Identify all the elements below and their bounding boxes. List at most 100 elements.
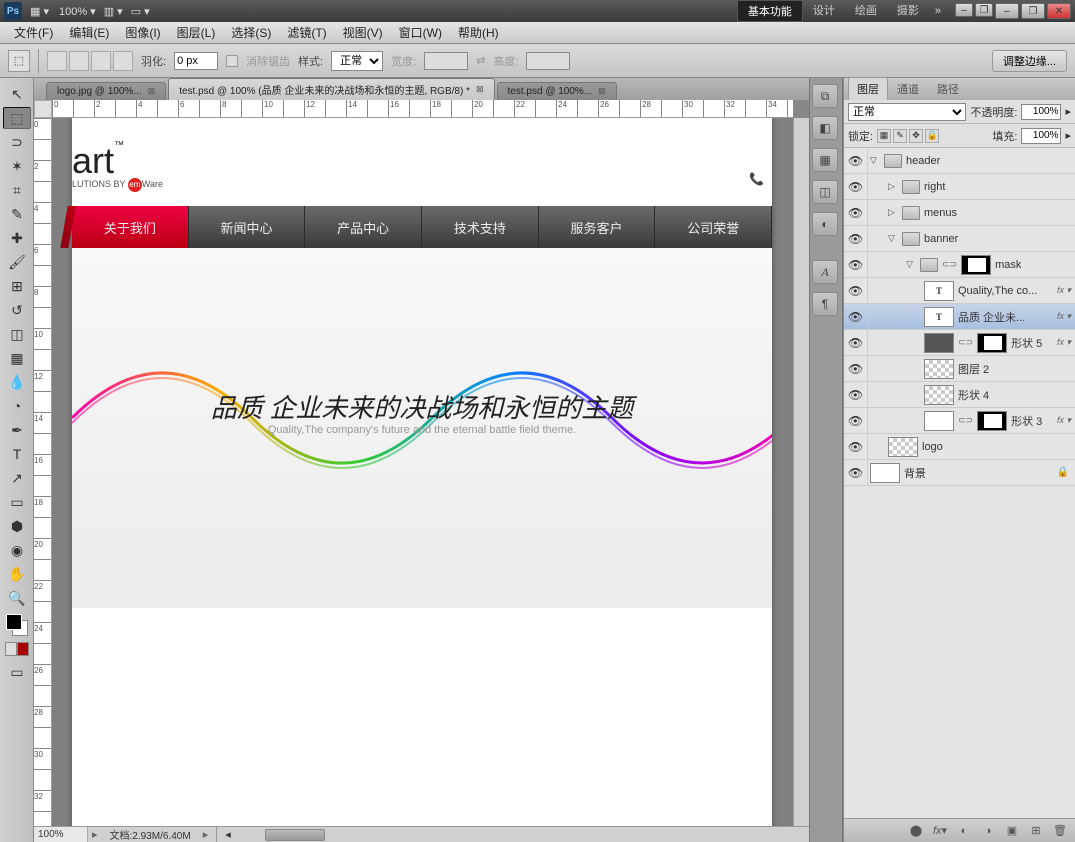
close-button[interactable]: ✕: [1047, 3, 1071, 19]
inner-restore-button[interactable]: ❐: [975, 3, 993, 17]
opacity-input[interactable]: [1021, 104, 1061, 120]
ruler-origin[interactable]: [34, 100, 52, 118]
twisty-icon[interactable]: ▷: [888, 181, 898, 192]
visibility-toggle[interactable]: 👁: [844, 148, 868, 173]
path-select-tool[interactable]: ↗: [3, 467, 31, 489]
layer-row[interactable]: 👁logo: [844, 434, 1075, 460]
adjustment-layer-button[interactable]: ◑: [979, 823, 997, 839]
crop-tool[interactable]: ⌗: [3, 179, 31, 201]
visibility-toggle[interactable]: 👁: [844, 252, 868, 277]
delete-layer-button[interactable]: 🗑: [1051, 823, 1069, 839]
gradient-tool[interactable]: ▦: [3, 347, 31, 369]
adjustments-panel-icon[interactable]: ◐: [812, 212, 838, 236]
layer-row[interactable]: 👁图层 2: [844, 356, 1075, 382]
link-layers-button[interactable]: ⬤: [907, 823, 925, 839]
layer-thumbnail[interactable]: [888, 437, 918, 457]
text-layer-thumbnail[interactable]: T: [924, 307, 954, 327]
menu-item[interactable]: 窗口(W): [391, 22, 450, 43]
layer-name[interactable]: 形状 3: [1011, 413, 1042, 429]
opacity-flyout-icon[interactable]: ▸: [1065, 105, 1071, 118]
selection-add-button[interactable]: [69, 51, 89, 71]
lock-all-button[interactable]: 🔒: [925, 129, 939, 143]
status-arrow-left[interactable]: ▸: [88, 828, 102, 841]
mask-thumbnail[interactable]: [961, 255, 991, 275]
close-tab-icon[interactable]: ⊠: [598, 86, 606, 97]
workspace-tab[interactable]: 基本功能: [737, 0, 803, 22]
layer-mask-button[interactable]: ◐: [955, 823, 973, 839]
fx-badge[interactable]: fx ▾: [1057, 311, 1071, 322]
fill-input[interactable]: [1021, 128, 1061, 144]
layer-name[interactable]: mask: [995, 259, 1021, 271]
scrollbar-vertical[interactable]: [793, 118, 809, 826]
new-group-button[interactable]: ▣: [1003, 823, 1021, 839]
layer-thumbnail[interactable]: [924, 385, 954, 405]
layer-name[interactable]: 背景: [904, 465, 926, 481]
maximize-button[interactable]: ❐: [1021, 3, 1045, 19]
new-layer-button[interactable]: ⊞: [1027, 823, 1045, 839]
status-arrow-right[interactable]: ▸: [199, 828, 213, 841]
shape-thumbnail[interactable]: [924, 333, 954, 353]
visibility-toggle[interactable]: 👁: [844, 408, 868, 433]
layer-name[interactable]: header: [906, 155, 940, 167]
menu-item[interactable]: 选择(S): [223, 22, 279, 43]
type-tool[interactable]: T: [3, 443, 31, 465]
layer-row[interactable]: 👁⊂⊃形状 5fx ▾: [844, 330, 1075, 356]
eraser-tool[interactable]: ◫: [3, 323, 31, 345]
workspace-tab[interactable]: 绘画: [845, 0, 887, 22]
document-tab[interactable]: test.psd @ 100%...⊠: [497, 82, 617, 100]
screen-mode-button[interactable]: ▭: [3, 661, 31, 683]
layer-name[interactable]: menus: [924, 207, 957, 219]
shape-tool[interactable]: ▭: [3, 491, 31, 513]
zoom-tool[interactable]: 🔍: [3, 587, 31, 609]
menu-item[interactable]: 滤镜(T): [279, 22, 334, 43]
visibility-toggle[interactable]: 👁: [844, 330, 868, 355]
visibility-toggle[interactable]: 👁: [844, 382, 868, 407]
style-select[interactable]: 正常: [331, 51, 383, 71]
title-dropdown[interactable]: ▦ ▾: [30, 5, 49, 18]
hand-tool[interactable]: ✋: [3, 563, 31, 585]
document-tab[interactable]: logo.jpg @ 100%...⊠: [46, 82, 166, 100]
twisty-icon[interactable]: ▷: [888, 207, 898, 218]
layer-row[interactable]: 👁▽⊂⊃mask: [844, 252, 1075, 278]
menu-item[interactable]: 帮助(H): [450, 22, 507, 43]
layer-name[interactable]: banner: [924, 233, 958, 245]
vector-mask-thumbnail[interactable]: [977, 411, 1007, 431]
healing-tool[interactable]: ✚: [3, 227, 31, 249]
selection-intersect-button[interactable]: [113, 51, 133, 71]
twisty-icon[interactable]: ▽: [906, 259, 916, 270]
layer-row[interactable]: 👁背景🔒: [844, 460, 1075, 486]
minimize-button[interactable]: –: [995, 3, 1019, 19]
layer-thumbnail[interactable]: [870, 463, 900, 483]
move-tool[interactable]: ↖: [3, 83, 31, 105]
layer-row[interactable]: 👁▽ header: [844, 148, 1075, 174]
blend-mode-select[interactable]: 正常: [848, 103, 966, 121]
workspace-tab[interactable]: 摄影: [887, 0, 929, 22]
layer-row[interactable]: 👁形状 4: [844, 382, 1075, 408]
quick-select-tool[interactable]: ✶: [3, 155, 31, 177]
zoom-display[interactable]: 100% ▾: [59, 5, 96, 18]
fx-badge[interactable]: fx ▾: [1057, 415, 1071, 426]
dodge-tool[interactable]: ◔: [3, 395, 31, 417]
layer-name[interactable]: Quality,The co...: [958, 285, 1037, 297]
layer-name[interactable]: 图层 2: [958, 361, 989, 377]
fx-badge[interactable]: fx ▾: [1057, 337, 1071, 348]
scrollbar-horizontal-thumb[interactable]: [265, 829, 325, 841]
selection-new-button[interactable]: [47, 51, 67, 71]
panel-tab[interactable]: 路径: [928, 77, 968, 100]
visibility-toggle[interactable]: 👁: [844, 460, 868, 485]
visibility-toggle[interactable]: 👁: [844, 304, 868, 329]
brush-tool[interactable]: 🖌: [3, 251, 31, 273]
3d-tool[interactable]: ⬢: [3, 515, 31, 537]
visibility-toggle[interactable]: 👁: [844, 434, 868, 459]
inner-minimize-button[interactable]: –: [955, 3, 973, 17]
close-tab-icon[interactable]: ⊠: [476, 84, 484, 95]
lock-transparency-button[interactable]: ▦: [877, 129, 891, 143]
layer-name[interactable]: 品质 企业未...: [958, 309, 1025, 325]
swatches-panel-icon[interactable]: ▦: [812, 148, 838, 172]
styles-panel-icon[interactable]: ◫: [812, 180, 838, 204]
layer-fx-button[interactable]: fx▾: [931, 823, 949, 839]
twisty-icon[interactable]: ▽: [870, 155, 880, 166]
layer-row[interactable]: 👁▷right: [844, 174, 1075, 200]
close-tab-icon[interactable]: ⊠: [148, 86, 156, 97]
feather-input[interactable]: [174, 52, 218, 70]
